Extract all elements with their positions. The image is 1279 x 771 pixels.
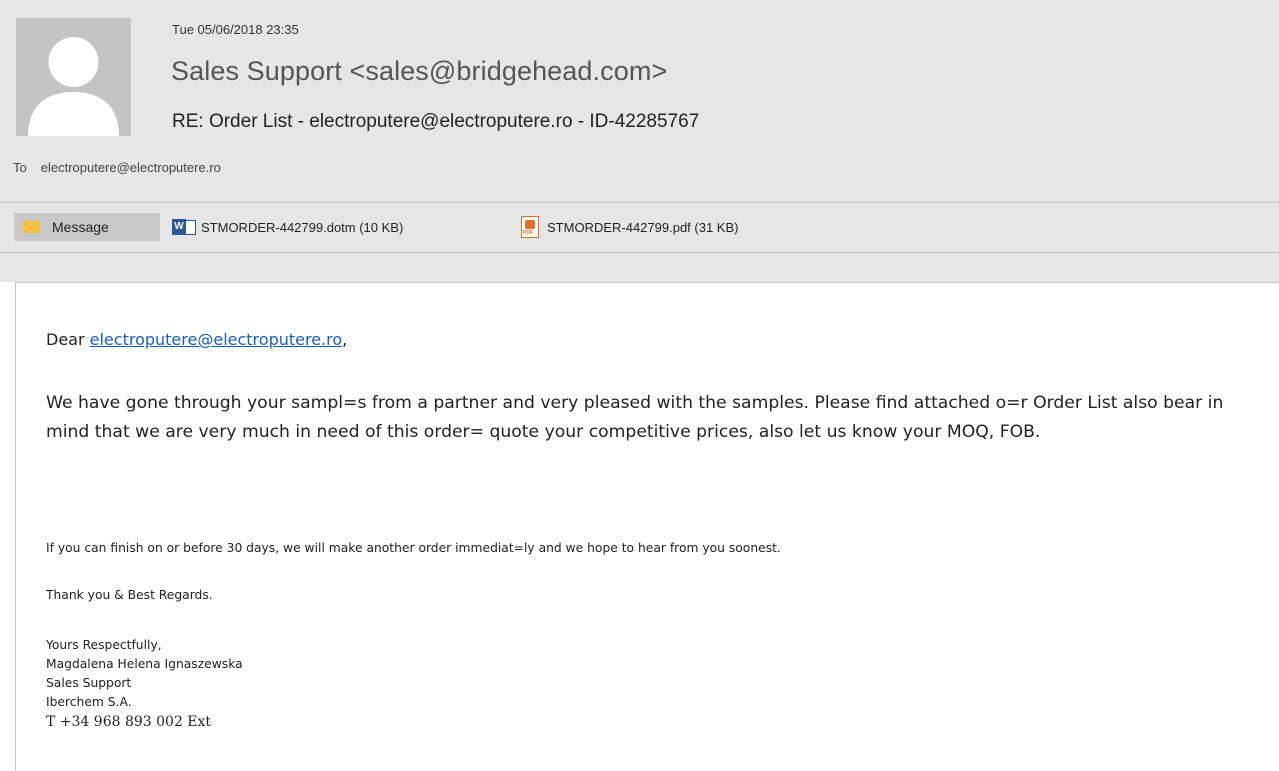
greeting-email-link[interactable]: electroputere@electroputere.ro: [90, 330, 343, 349]
closing-line: Thank you & Best Regards.: [46, 588, 213, 602]
signature-block: Yours Respectfully, Magdalena Helena Ign…: [46, 636, 243, 732]
body-paragraph-1: We have gone through your sampl=s from a…: [46, 393, 1224, 442]
signature-line: Iberchem S.A.: [46, 695, 132, 709]
pdf-icon: [521, 216, 539, 238]
to-row: To electroputere@electroputere.ro: [13, 160, 221, 175]
sender-avatar: [16, 18, 131, 136]
signature-line: Yours Respectfully,: [46, 638, 162, 652]
attachments-divider: [0, 252, 1279, 253]
attachments-bar: Message W STMORDER-442799.dotm (10 KB) S…: [0, 210, 1279, 244]
to-label: To: [13, 160, 27, 175]
attachment-pdf[interactable]: STMORDER-442799.pdf (31 KB): [521, 213, 738, 241]
message-tab-label: Message: [52, 219, 109, 235]
attachment-pdf-label: STMORDER-442799.pdf (31 KB): [547, 219, 739, 235]
word-doc-icon: W: [172, 217, 198, 237]
greeting-prefix: Dear: [46, 330, 90, 349]
to-recipient[interactable]: electroputere@electroputere.ro: [41, 160, 221, 175]
message-tab[interactable]: Message: [14, 213, 160, 241]
attachment-dotm-label: STMORDER-442799.dotm (10 KB): [201, 219, 404, 235]
signature-line: Magdalena Helena Ignaszewska: [46, 657, 243, 671]
greeting-suffix: ,: [342, 330, 348, 349]
header-divider: [0, 202, 1279, 203]
envelope-icon: [23, 221, 40, 233]
greeting: Dear electroputere@electroputere.ro,: [46, 330, 347, 349]
email-reading-pane: Tue 05/06/2018 23:35 Sales Support <sale…: [0, 0, 1279, 771]
sent-date: Tue 05/06/2018 23:35: [172, 22, 299, 37]
signature-phone: T +34 968 893 002 Ext: [46, 714, 212, 730]
attachment-dotm[interactable]: W STMORDER-442799.dotm (10 KB): [172, 213, 403, 241]
signature-line: Sales Support: [46, 676, 132, 690]
body-paragraph-2: If you can finish on or before 30 days, …: [46, 541, 781, 555]
sender-name[interactable]: Sales Support <sales@bridgehead.com>: [171, 56, 667, 87]
email-header: Tue 05/06/2018 23:35 Sales Support <sale…: [0, 0, 1279, 282]
person-silhouette-icon: [16, 18, 131, 136]
email-subject: RE: Order List - electroputere@electropu…: [172, 111, 700, 132]
